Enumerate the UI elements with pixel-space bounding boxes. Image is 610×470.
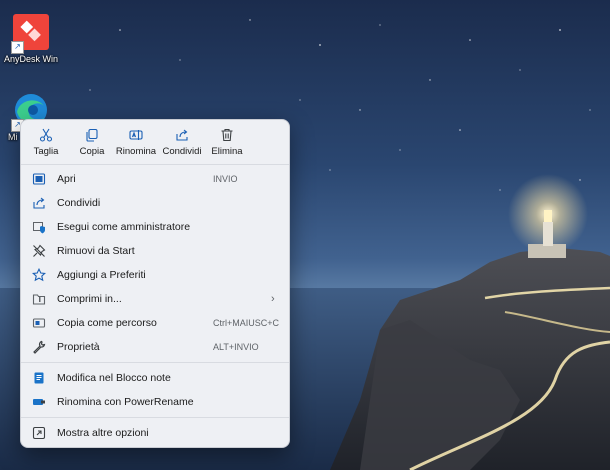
menu-divider bbox=[21, 164, 289, 165]
notepad-icon bbox=[31, 370, 47, 386]
wrench-icon bbox=[31, 339, 47, 355]
menu-item-label: Modifica nel Blocco note bbox=[57, 372, 171, 384]
menu-item-open[interactable]: Apri INVIO bbox=[25, 168, 285, 190]
menu-item-shortcut: ALT+INVIO bbox=[213, 342, 259, 352]
menu-item-label: Mostra altre opzioni bbox=[57, 427, 149, 439]
desktop-icon-label: AnyDesk Win bbox=[3, 54, 58, 64]
menu-item-show-more-options[interactable]: Mostra altre opzioni bbox=[25, 422, 285, 444]
menu-item-label: Proprietà bbox=[57, 341, 100, 353]
cut-button[interactable]: Taglia bbox=[23, 126, 69, 162]
menu-item-label: Aggiungi a Preferiti bbox=[57, 269, 146, 281]
menu-item-share[interactable]: Condividi bbox=[25, 192, 285, 214]
menu-item-label: Rinomina con PowerRename bbox=[57, 396, 194, 408]
path-icon bbox=[31, 315, 47, 331]
menu-item-properties[interactable]: Proprietà ALT+INVIO bbox=[25, 336, 285, 358]
share-label: Condividi bbox=[162, 146, 202, 157]
menu-item-label: Apri bbox=[57, 173, 76, 185]
menu-item-label: Condividi bbox=[57, 197, 101, 209]
share-button[interactable]: Condividi bbox=[159, 126, 205, 162]
zip-folder-icon bbox=[31, 291, 47, 307]
menu-item-label: Esegui come amministratore bbox=[57, 221, 191, 233]
menu-item-copy-as-path[interactable]: Copia come percorso Ctrl+MAIUSC+C bbox=[25, 312, 285, 334]
anydesk-icon: ↗ bbox=[11, 12, 51, 54]
copy-button[interactable]: Copia bbox=[69, 126, 115, 162]
rename-label: Rinomina bbox=[115, 146, 157, 157]
copy-icon bbox=[69, 126, 115, 144]
delete-button[interactable]: Elimina bbox=[204, 126, 250, 162]
cut-label: Taglia bbox=[33, 146, 59, 157]
copy-label: Copia bbox=[79, 146, 105, 157]
menu-item-shortcut: Ctrl+MAIUSC+C bbox=[213, 318, 280, 328]
scissors-icon bbox=[23, 126, 69, 144]
menu-item-edit-notepad[interactable]: Modifica nel Blocco note bbox=[25, 367, 285, 389]
share-icon bbox=[31, 195, 47, 211]
menu-item-add-favorites[interactable]: Aggiungi a Preferiti bbox=[25, 264, 285, 286]
menu-item-label: Copia come percorso bbox=[57, 317, 157, 329]
chevron-right-icon: › bbox=[271, 293, 275, 305]
menu-divider bbox=[21, 362, 289, 363]
context-menu: Taglia Copia Rinomina Condividi Elimina … bbox=[20, 119, 290, 448]
rename-button[interactable]: Rinomina bbox=[113, 126, 159, 162]
menu-item-compress[interactable]: Comprimi in... › bbox=[25, 288, 285, 310]
share-icon bbox=[159, 126, 205, 144]
trash-icon bbox=[204, 126, 250, 144]
menu-item-powerrename[interactable]: Rinomina con PowerRename bbox=[25, 391, 285, 413]
shortcut-arrow-icon: ↗ bbox=[11, 41, 24, 54]
powerrename-icon bbox=[31, 394, 47, 410]
menu-item-run-as-admin[interactable]: Esegui come amministratore bbox=[25, 216, 285, 238]
admin-shield-icon bbox=[31, 219, 47, 235]
menu-divider bbox=[21, 417, 289, 418]
open-icon bbox=[31, 171, 47, 187]
delete-label: Elimina bbox=[211, 146, 243, 157]
menu-item-shortcut: INVIO bbox=[213, 174, 238, 184]
rename-icon bbox=[113, 126, 159, 144]
desktop-icon-anydesk[interactable]: ↗ AnyDesk Win bbox=[0, 12, 62, 64]
menu-item-label: Comprimi in... bbox=[57, 293, 122, 305]
menu-toolbar: Taglia Copia Rinomina Condividi Elimina bbox=[21, 120, 289, 164]
more-options-icon bbox=[31, 425, 47, 441]
menu-item-unpin-start[interactable]: Rimuovi da Start bbox=[25, 240, 285, 262]
star-icon bbox=[31, 267, 47, 283]
menu-item-label: Rimuovi da Start bbox=[57, 245, 135, 257]
unpin-icon bbox=[31, 243, 47, 259]
